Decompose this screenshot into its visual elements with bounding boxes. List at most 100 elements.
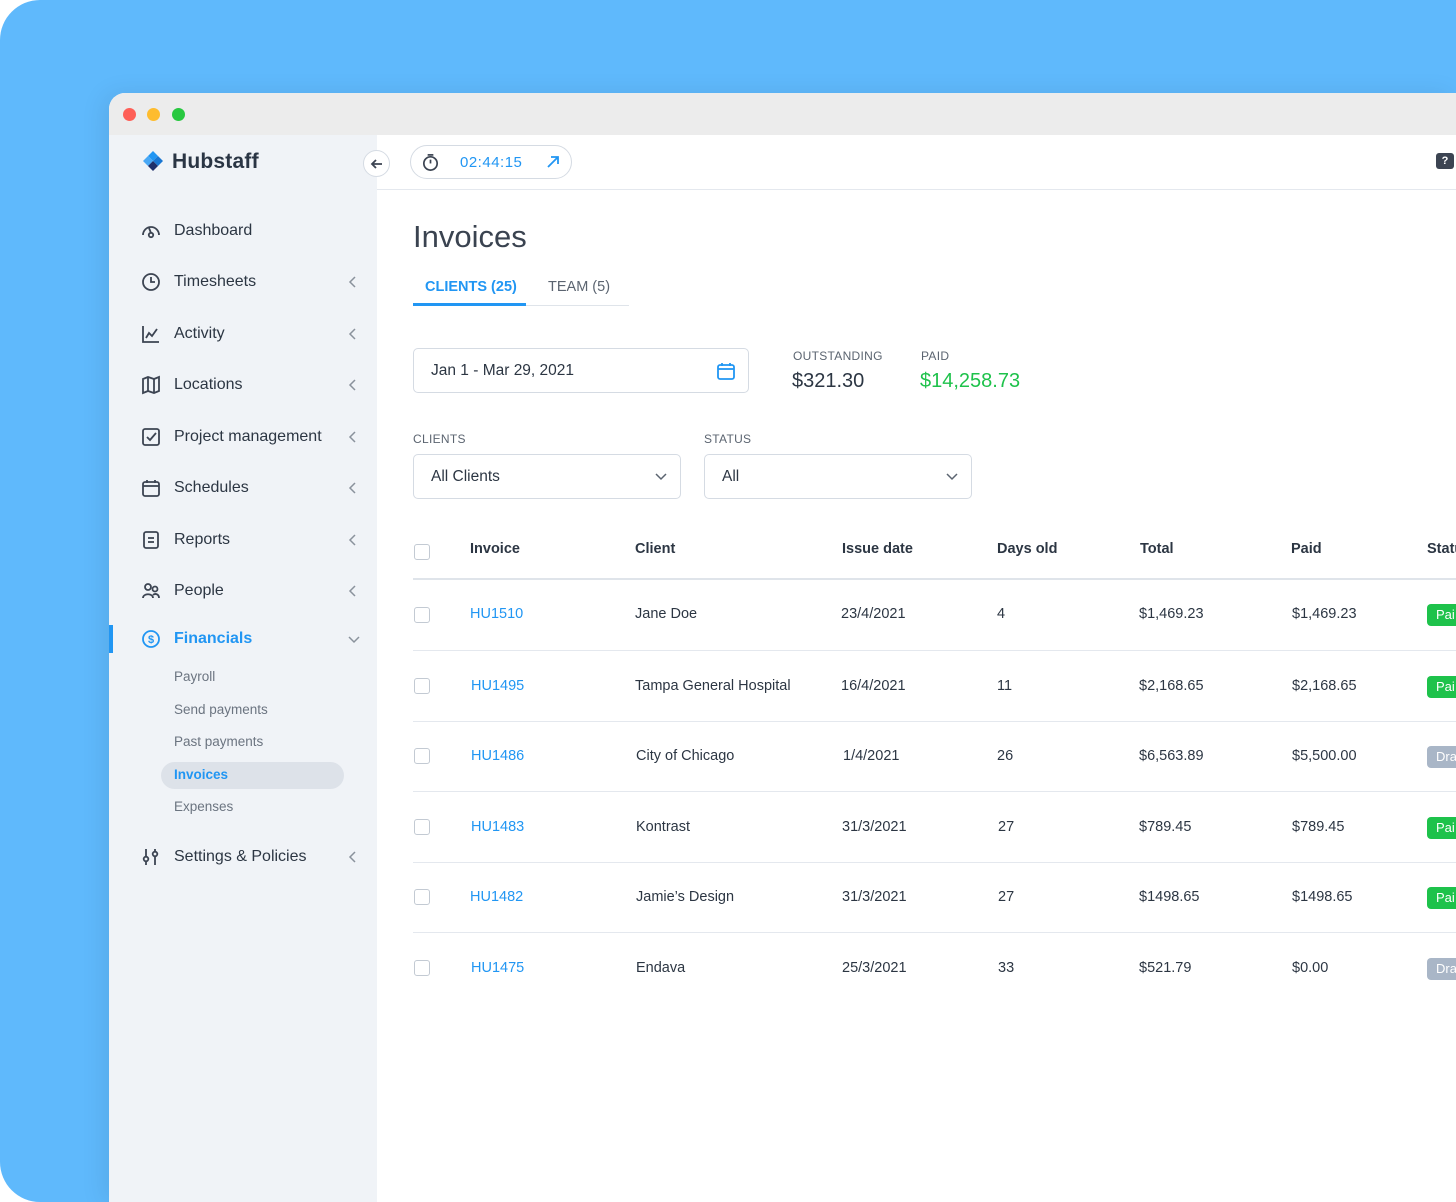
sidebar-item-people[interactable]: People <box>109 571 377 611</box>
clock-icon <box>142 273 160 291</box>
chevron-left-icon <box>348 379 356 391</box>
sidebar-item-label: Schedules <box>174 479 249 496</box>
status-badge: Dra <box>1427 746 1456 768</box>
tab-clients[interactable]: CLIENTS (25) <box>425 279 517 295</box>
sidebar-item-reports[interactable]: Reports <box>109 520 377 560</box>
days-old-cell: 27 <box>998 819 1015 835</box>
active-tab-underline <box>413 303 526 306</box>
collapse-sidebar-button[interactable] <box>363 150 390 177</box>
tab-bar: CLIENTS (25) TEAM (5) <box>413 273 629 306</box>
issue-date-cell: 16/4/2021 <box>841 678 906 694</box>
status-badge: Pai <box>1427 604 1456 626</box>
total-cell: $789.45 <box>1139 819 1192 835</box>
total-cell: $2,168.65 <box>1139 678 1204 694</box>
window-close-button[interactable] <box>123 108 136 121</box>
row-divider <box>413 721 1456 722</box>
main-content: 02:44:15 ? Invoices CLIENTS (25) TEAM (5… <box>377 135 1456 1202</box>
timer-widget[interactable]: 02:44:15 <box>410 145 572 179</box>
table-header-divider <box>413 578 1456 580</box>
clients-select[interactable]: All Clients <box>413 454 681 499</box>
sidebar-subitem-past-payments[interactable]: Past payments <box>174 734 263 749</box>
sidebar-item-label: Timesheets <box>174 273 257 290</box>
sidebar-subitem-payroll[interactable]: Payroll <box>174 669 215 684</box>
sidebar-item-settings-policies[interactable]: Settings & Policies <box>109 837 377 877</box>
row-checkbox[interactable] <box>414 678 430 694</box>
column-header-total[interactable]: Total <box>1140 541 1174 557</box>
sidebar-item-dashboard[interactable]: Dashboard <box>109 211 377 251</box>
chevron-down-icon <box>348 636 360 644</box>
tab-team[interactable]: TEAM (5) <box>548 279 610 295</box>
app-window: Hubstaff Dashboard Timesheets Activity L… <box>109 93 1456 1202</box>
sidebar-subitem-invoices[interactable]: Invoices <box>174 767 228 782</box>
client-cell: City of Chicago <box>636 748 735 764</box>
window-maximize-button[interactable] <box>172 108 185 121</box>
column-header-days-old[interactable]: Days old <box>997 541 1057 557</box>
chevron-left-icon <box>348 534 356 546</box>
help-icon[interactable]: ? <box>1436 153 1454 169</box>
hubstaff-logo-icon <box>143 151 163 171</box>
chevron-left-icon <box>348 482 356 494</box>
chevron-left-icon <box>348 585 356 597</box>
invoice-link[interactable]: HU1483 <box>471 819 524 835</box>
days-old-cell: 33 <box>998 960 1015 976</box>
report-icon <box>143 531 159 549</box>
chevron-down-icon <box>655 473 667 481</box>
paid-cell: $2,168.65 <box>1292 678 1357 694</box>
invoice-link[interactable]: HU1495 <box>471 678 524 694</box>
chevron-left-icon <box>348 276 356 288</box>
sidebar-item-label: Locations <box>174 376 243 393</box>
row-checkbox[interactable] <box>414 607 430 623</box>
column-header-paid[interactable]: Paid <box>1291 541 1322 557</box>
sidebar-item-label: People <box>174 582 224 599</box>
paid-cell: $5,500.00 <box>1292 748 1357 764</box>
status-select-value: All <box>722 468 740 485</box>
sidebar-subitem-send-payments[interactable]: Send payments <box>174 702 268 717</box>
people-icon <box>142 583 160 599</box>
calendar-icon <box>717 363 735 380</box>
status-select[interactable]: All <box>704 454 972 499</box>
row-checkbox[interactable] <box>414 960 430 976</box>
app-logo[interactable]: Hubstaff <box>140 149 259 175</box>
paid-cell: $0.00 <box>1292 960 1329 976</box>
total-cell: $1498.65 <box>1139 889 1200 905</box>
row-checkbox[interactable] <box>414 889 430 905</box>
column-header-status[interactable]: Statu <box>1427 541 1456 557</box>
sidebar-item-financials[interactable]: $ Financials <box>109 619 377 659</box>
window-minimize-button[interactable] <box>147 108 160 121</box>
clients-filter-label: CLIENTS <box>413 432 466 446</box>
select-all-checkbox[interactable] <box>414 544 430 560</box>
total-cell: $521.79 <box>1139 960 1192 976</box>
arrow-up-right-icon[interactable] <box>545 154 561 170</box>
invoice-link[interactable]: HU1510 <box>470 606 523 622</box>
sidebar-item-label: Project management <box>174 428 322 445</box>
invoice-link[interactable]: HU1475 <box>471 960 524 976</box>
chevron-left-icon <box>348 431 356 443</box>
column-header-issue-date[interactable]: Issue date <box>842 541 913 557</box>
status-badge: Dra <box>1427 958 1456 980</box>
row-checkbox[interactable] <box>414 748 430 764</box>
sidebar-item-locations[interactable]: Locations <box>109 365 377 405</box>
invoice-link[interactable]: HU1482 <box>470 889 523 905</box>
column-header-client[interactable]: Client <box>635 541 675 557</box>
sliders-icon <box>142 849 159 865</box>
days-old-cell: 26 <box>997 748 1014 764</box>
sidebar-item-timesheets[interactable]: Timesheets <box>109 262 377 302</box>
date-range-picker[interactable]: Jan 1 - Mar 29, 2021 <box>413 348 749 393</box>
status-badge: Pai <box>1427 887 1456 909</box>
sidebar-item-project-management[interactable]: Project management <box>109 417 377 457</box>
sidebar-item-activity[interactable]: Activity <box>109 314 377 354</box>
row-checkbox[interactable] <box>414 819 430 835</box>
sidebar-item-schedules[interactable]: Schedules <box>109 468 377 508</box>
timer-value: 02:44:15 <box>460 154 523 171</box>
days-old-cell: 27 <box>998 889 1015 905</box>
days-old-cell: 11 <box>997 678 1013 694</box>
column-header-invoice[interactable]: Invoice <box>470 541 520 557</box>
invoice-link[interactable]: HU1486 <box>471 748 524 764</box>
window-titlebar <box>109 93 1456 135</box>
outstanding-label: OUTSTANDING <box>793 349 883 363</box>
client-cell: Tampa General Hospital <box>635 678 791 694</box>
stopwatch-icon <box>422 154 439 171</box>
sidebar-subitem-expenses[interactable]: Expenses <box>174 799 233 814</box>
row-divider <box>413 791 1456 792</box>
activity-chart-icon <box>142 326 159 343</box>
